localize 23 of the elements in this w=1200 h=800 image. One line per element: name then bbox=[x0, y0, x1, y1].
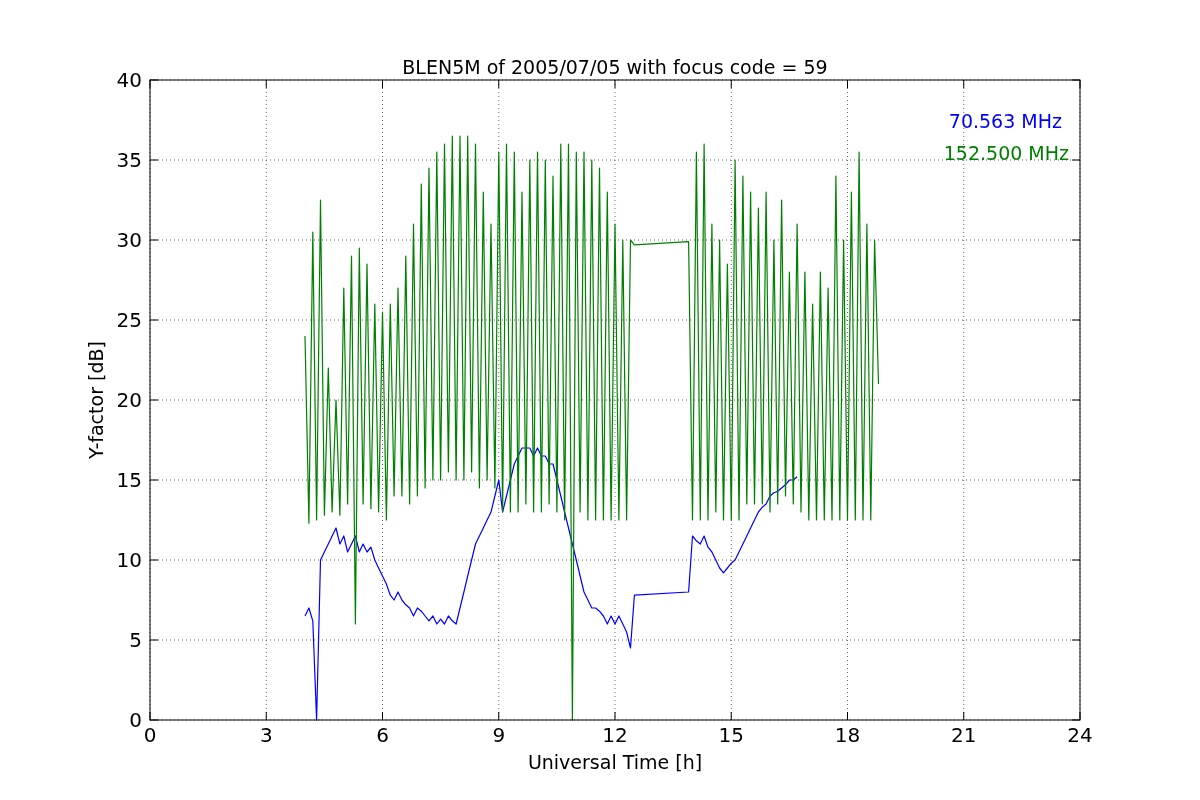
legend-label: 152.500 MHz bbox=[943, 142, 1069, 164]
x-tick-label: 0 bbox=[143, 723, 157, 747]
legend-label: 70.563 MHz bbox=[948, 110, 1062, 132]
x-tick-label: 3 bbox=[259, 723, 273, 747]
x-tick-label: 24 bbox=[1067, 723, 1093, 747]
y-tick-label: 25 bbox=[116, 308, 142, 332]
x-tick-label: 18 bbox=[834, 723, 861, 747]
x-tick-label: 12 bbox=[602, 723, 628, 747]
y-tick-label: 10 bbox=[116, 548, 142, 572]
y-tick-label: 5 bbox=[129, 628, 142, 652]
chart-title: BLEN5M of 2005/07/05 with focus code = 59 bbox=[402, 56, 828, 78]
y-tick-label: 35 bbox=[116, 148, 142, 172]
x-tick-label: 9 bbox=[492, 723, 506, 747]
y-tick-label: 40 bbox=[116, 68, 142, 92]
x-axis-label: Universal Time [h] bbox=[527, 751, 703, 773]
x-tick-label: 21 bbox=[951, 723, 977, 747]
y-axis-label: Y-factor [dB] bbox=[85, 341, 107, 459]
y-tick-label: 30 bbox=[116, 228, 142, 252]
y-tick-label: 20 bbox=[116, 388, 142, 412]
y-tick-label: 15 bbox=[116, 468, 142, 492]
y-tick-label: 0 bbox=[129, 708, 142, 732]
x-tick-label: 15 bbox=[718, 723, 744, 747]
x-tick-label: 6 bbox=[376, 723, 389, 747]
